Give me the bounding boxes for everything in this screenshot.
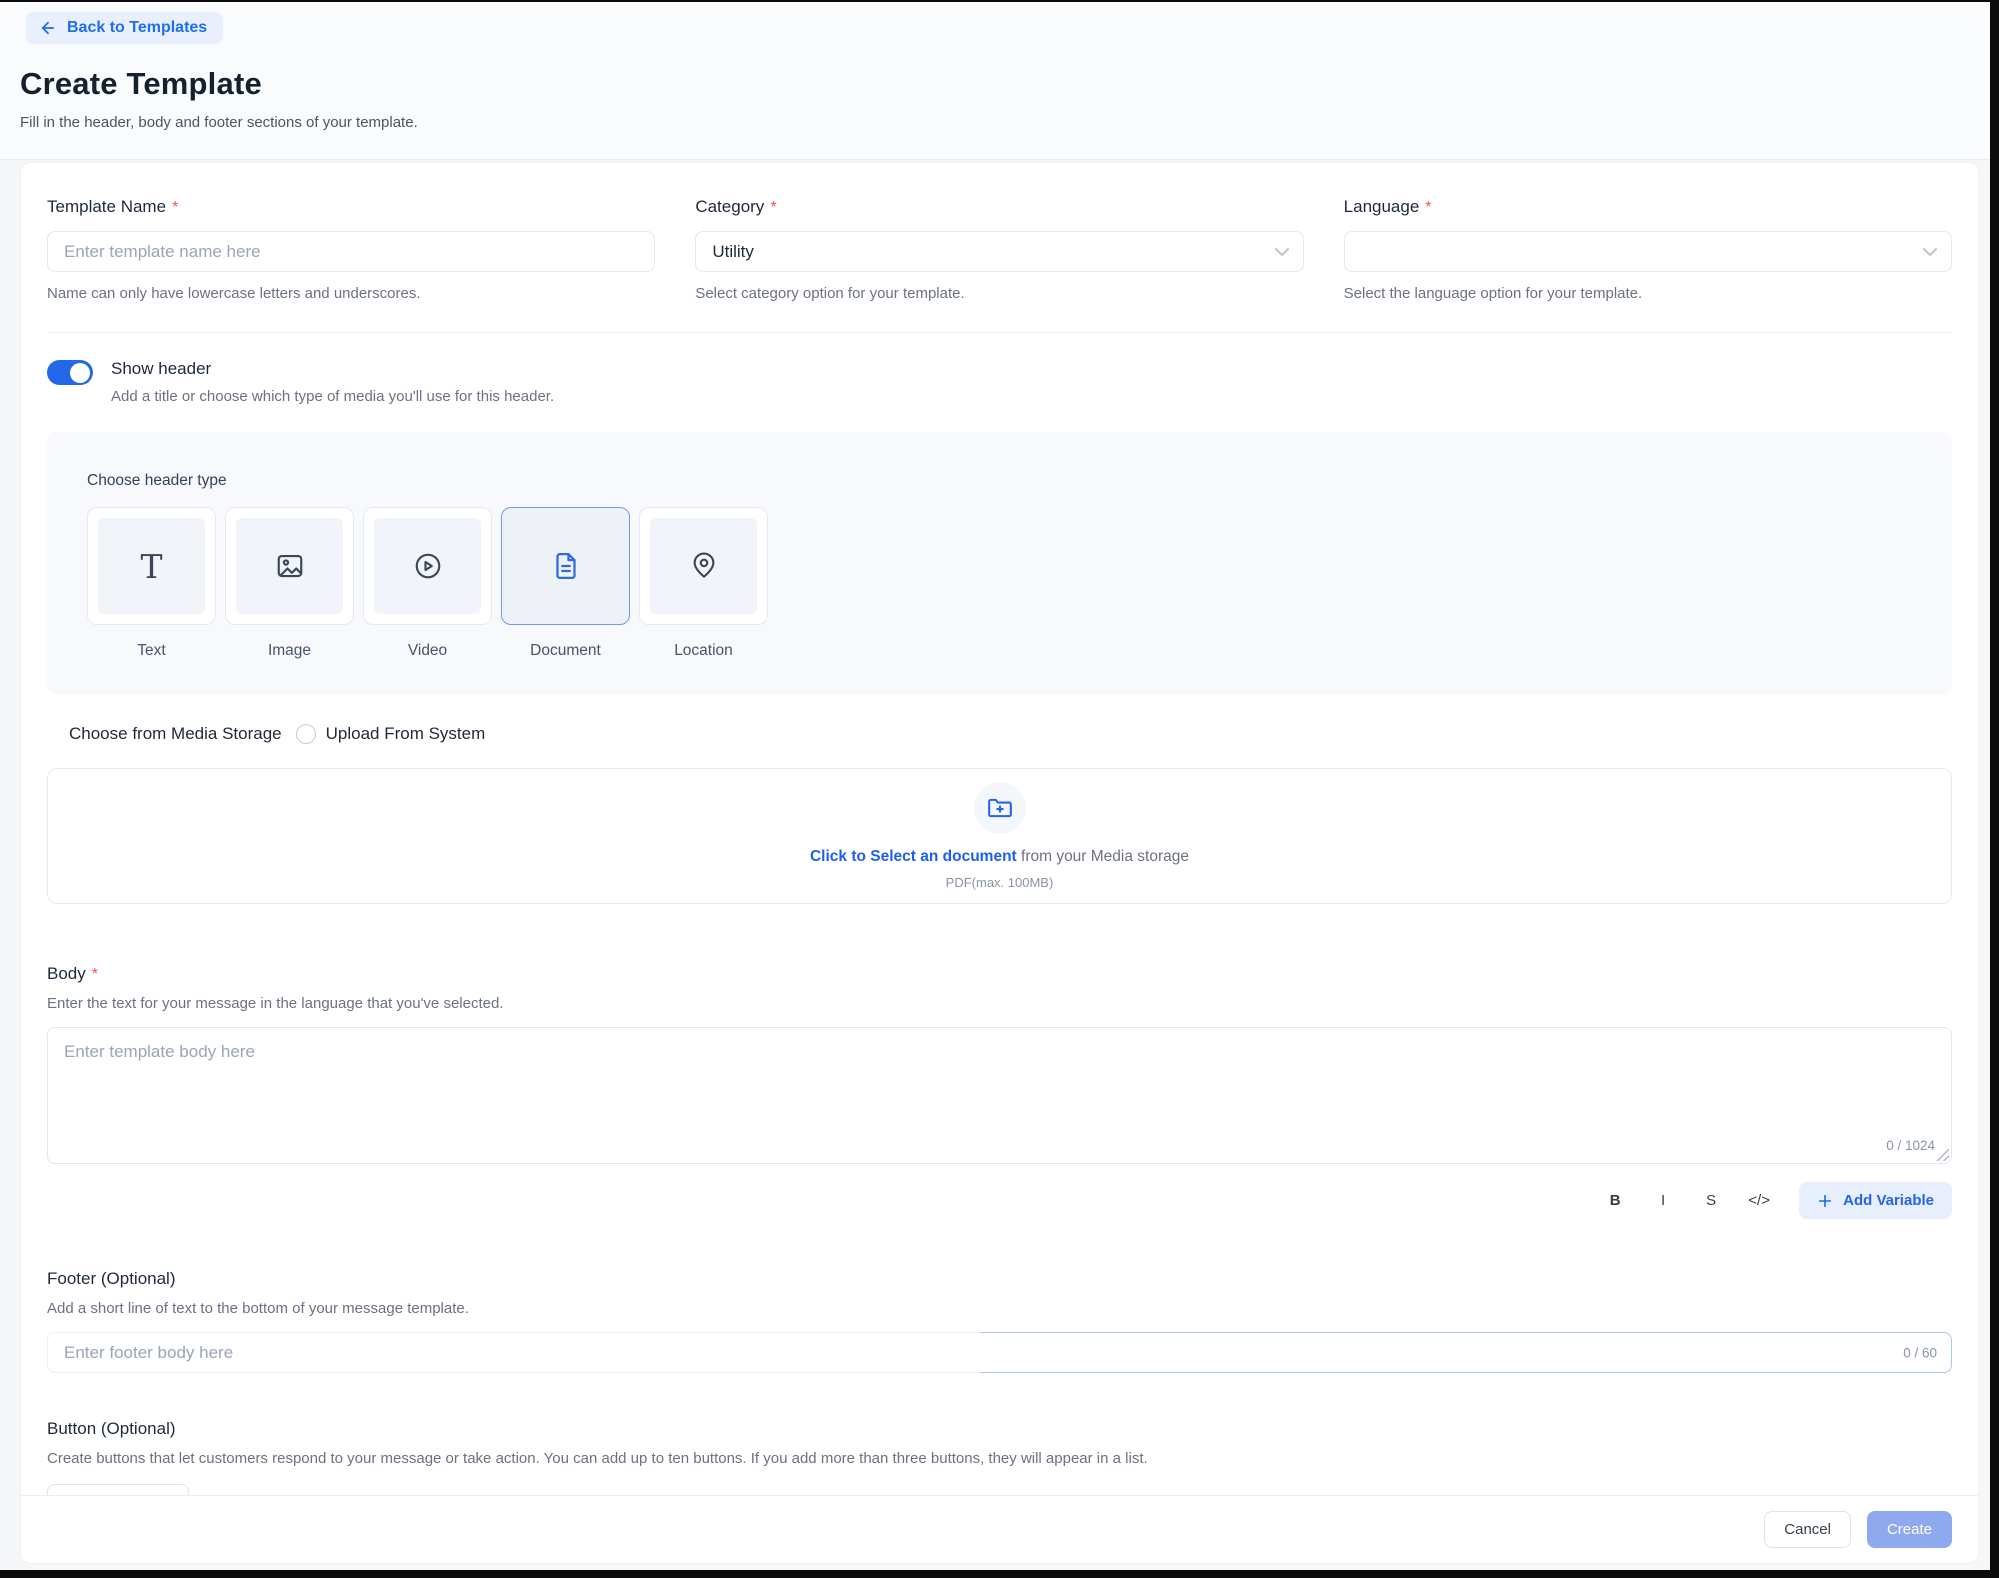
language-select[interactable] (1344, 231, 1952, 272)
arrow-left-icon (39, 19, 57, 37)
back-button-label: Back to Templates (67, 19, 207, 37)
media-source-storage-option[interactable]: Choose from Media Storage (69, 724, 282, 744)
format-toolbar: B I S </> Add Variable (47, 1182, 1952, 1219)
body-section: Body* Enter the text for your message in… (47, 964, 1952, 1219)
choose-header-type-label: Choose header type (87, 472, 1914, 490)
section-divider (47, 332, 1952, 333)
header-type-image: Image (225, 507, 354, 660)
category-helper: Select category option for your template… (695, 285, 1303, 302)
header-type-video-card[interactable] (363, 507, 492, 625)
body-textarea[interactable]: Enter template body here 0 / 1024 (47, 1027, 1952, 1164)
create-button[interactable]: Create (1867, 1511, 1952, 1548)
code-button[interactable]: </> (1739, 1183, 1779, 1219)
language-label: Language* (1344, 197, 1952, 217)
header-type-video-label: Video (408, 642, 447, 660)
back-to-templates-button[interactable]: Back to Templates (26, 12, 223, 44)
show-header-row: Show header Add a title or choose which … (47, 359, 1952, 405)
chevron-down-icon (1275, 247, 1289, 256)
footer-char-counter: 0 / 60 (1903, 1345, 1937, 1360)
header-type-document-card[interactable] (501, 507, 630, 625)
show-header-label: Show header (111, 359, 554, 379)
category-select[interactable]: Utility (695, 231, 1303, 272)
page-title: Create Template (20, 66, 1990, 102)
plus-icon (1817, 1193, 1833, 1209)
body-placeholder: Enter template body here (64, 1042, 255, 1061)
chevron-down-icon (1923, 247, 1937, 256)
required-asterisk: * (92, 966, 98, 983)
header-type-document-label: Document (530, 642, 601, 660)
toggle-knob (70, 363, 90, 383)
footer-section: Footer (Optional) Add a short line of te… (47, 1269, 1952, 1373)
upload-instruction: Click to Select an document from your Me… (810, 848, 1189, 866)
category-value: Utility (712, 242, 754, 262)
header-type-text: T Text (87, 507, 216, 660)
page-subtitle: Fill in the header, body and footer sect… (20, 114, 1990, 131)
italic-button[interactable]: I (1643, 1183, 1683, 1219)
required-asterisk: * (770, 199, 776, 216)
header-type-location: Location (639, 507, 768, 660)
bold-button[interactable]: B (1595, 1183, 1635, 1219)
cancel-button[interactable]: Cancel (1764, 1511, 1851, 1548)
upload-hint: PDF(max. 100MB) (946, 875, 1054, 890)
click-to-select-link[interactable]: Click to Select an document (810, 848, 1017, 865)
header-type-image-card[interactable] (225, 507, 354, 625)
language-helper: Select the language option for your temp… (1344, 285, 1952, 302)
header-type-document: Document (501, 507, 630, 660)
template-name-label: Template Name* (47, 197, 655, 217)
folder-plus-icon (987, 795, 1013, 821)
create-template-card: Template Name* Enter template name here … (20, 162, 1979, 1564)
template-name-field-group: Template Name* Enter template name here … (47, 197, 655, 302)
header-type-panel: Choose header type T Text (47, 432, 1952, 694)
header-type-video: Video (363, 507, 492, 660)
media-source-upload-option[interactable]: Upload From System (326, 724, 486, 744)
image-icon (275, 551, 305, 581)
required-asterisk: * (1425, 199, 1431, 216)
footer-placeholder: Enter footer body here (64, 1343, 233, 1363)
template-name-helper: Name can only have lowercase letters and… (47, 285, 655, 302)
header-type-cards: T Text Image (87, 507, 1914, 660)
folder-plus-badge (974, 782, 1026, 834)
create-template-screen: Back to Templates Create Template Fill i… (0, 2, 1990, 1570)
strikethrough-button[interactable]: S (1691, 1183, 1731, 1219)
page-header: Back to Templates Create Template Fill i… (0, 2, 1990, 160)
footer-input-highlight (980, 1332, 1952, 1373)
language-field-group: Language* Select the language option for… (1344, 197, 1952, 302)
document-select-dropzone[interactable]: Click to Select an document from your Me… (47, 768, 1952, 904)
location-icon (689, 551, 719, 581)
category-field-group: Category* Utility Select category option… (695, 197, 1303, 302)
add-variable-button[interactable]: Add Variable (1799, 1182, 1952, 1219)
media-source-row: Choose from Media Storage Upload From Sy… (69, 724, 1952, 744)
resize-handle[interactable] (1936, 1148, 1949, 1161)
category-label: Category* (695, 197, 1303, 217)
header-type-location-label: Location (674, 642, 733, 660)
top-fields-row: Template Name* Enter template name here … (47, 197, 1952, 302)
show-header-toggle[interactable] (47, 360, 93, 385)
header-type-text-label: Text (137, 642, 165, 660)
template-name-input[interactable]: Enter template name here (47, 231, 655, 272)
template-name-placeholder: Enter template name here (64, 242, 261, 262)
header-type-image-label: Image (268, 642, 311, 660)
add-variable-label: Add Variable (1843, 1192, 1934, 1209)
body-char-counter: 0 / 1024 (1886, 1138, 1935, 1153)
radio-upload-from-system[interactable] (296, 724, 316, 744)
body-label: Body* (47, 964, 1952, 984)
footer-description: Add a short line of text to the bottom o… (47, 1300, 1952, 1317)
header-type-location-card[interactable] (639, 507, 768, 625)
button-description: Create buttons that let customers respon… (47, 1450, 1952, 1467)
button-label: Button (Optional) (47, 1419, 1952, 1439)
document-icon (551, 551, 581, 581)
video-icon (413, 551, 443, 581)
action-bar: Cancel Create (21, 1495, 1978, 1563)
required-asterisk: * (172, 199, 178, 216)
footer-input[interactable]: Enter footer body here 0 / 60 (47, 1332, 1952, 1373)
text-icon: T (140, 550, 162, 583)
body-description: Enter the text for your message in the l… (47, 995, 1952, 1012)
header-type-text-card[interactable]: T (87, 507, 216, 625)
footer-label: Footer (Optional) (47, 1269, 1952, 1289)
show-header-description: Add a title or choose which type of medi… (111, 388, 554, 405)
